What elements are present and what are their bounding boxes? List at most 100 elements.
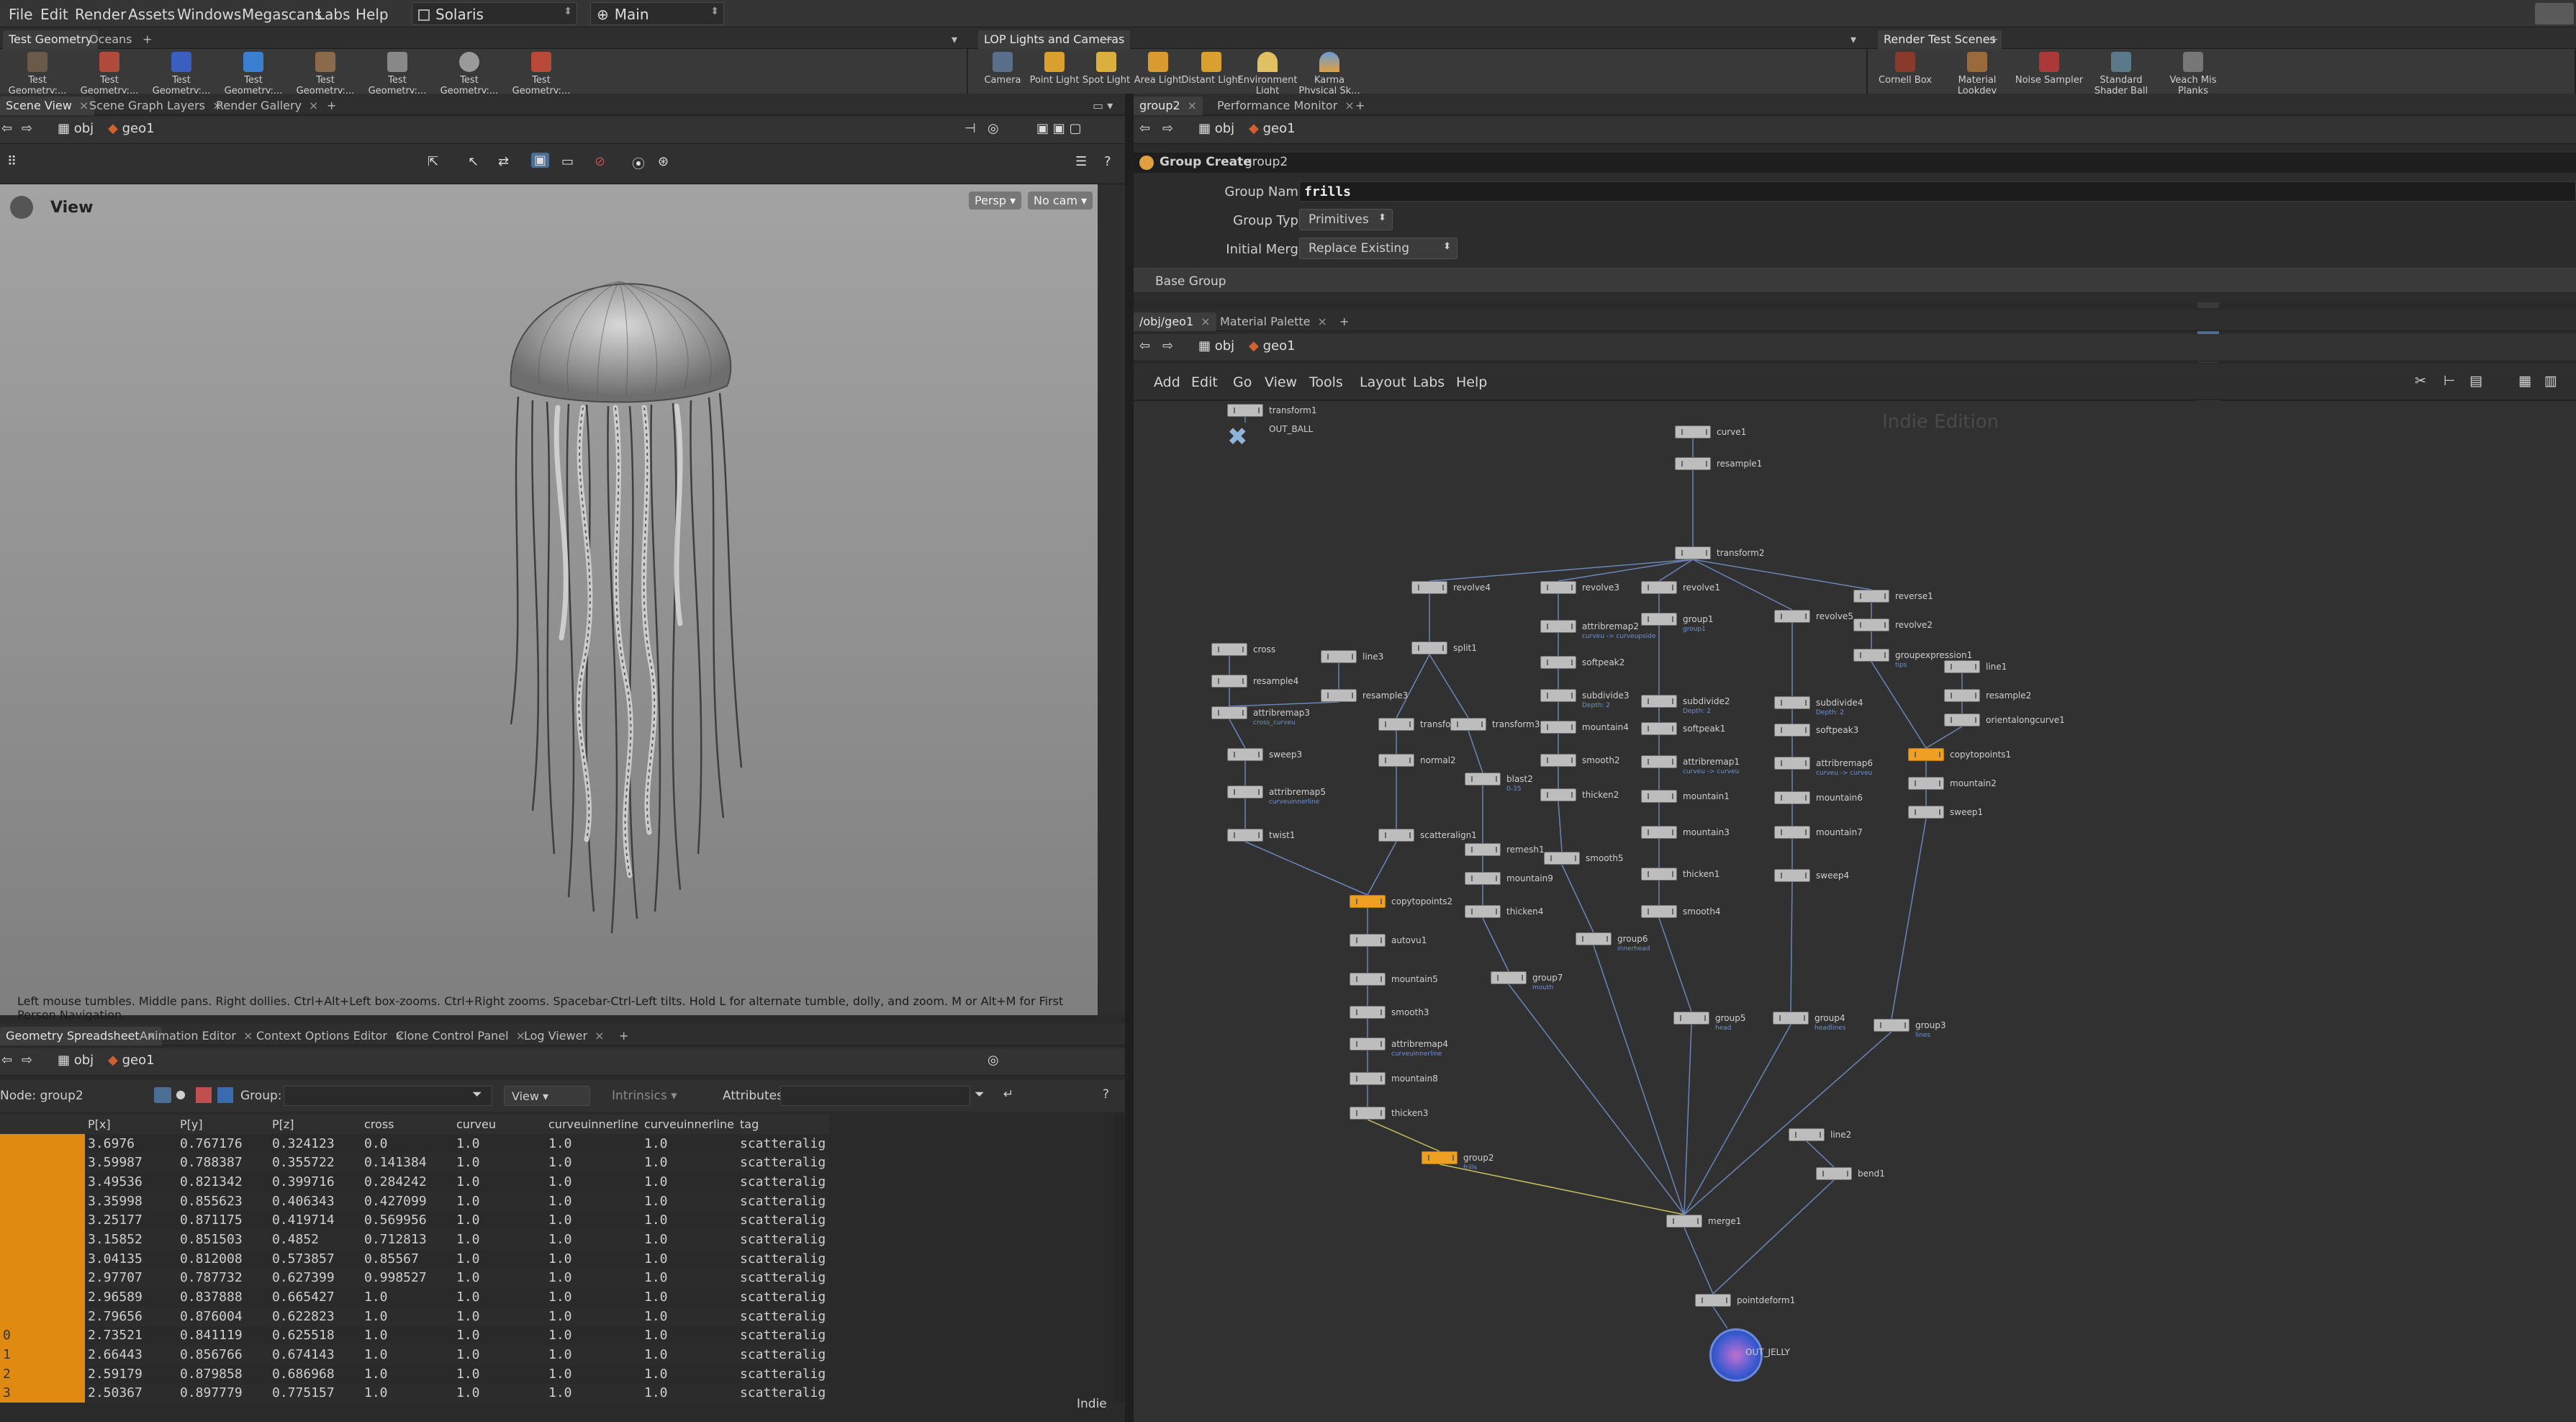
column-header[interactable]: curveuinnerline	[641, 1115, 737, 1134]
node-wire[interactable]	[1367, 1119, 1440, 1152]
link-icon[interactable]: ◎	[988, 121, 999, 136]
net-menu-help[interactable]: Help	[1456, 374, 1487, 390]
node-groupexpression1[interactable]	[1853, 649, 1889, 662]
node-wire[interactable]	[1439, 1164, 1685, 1215]
node-wire[interactable]	[1429, 559, 1694, 582]
node-cross[interactable]	[1211, 643, 1247, 656]
context-select[interactable]: ⊕ Main ⬍	[590, 2, 724, 25]
node-thicken4[interactable]	[1465, 905, 1501, 918]
tab-scene-graph-layers[interactable]: Scene Graph Layers ×	[83, 96, 227, 115]
forward-arrow-icon[interactable]: ⇨	[22, 1053, 32, 1068]
no-render-icon[interactable]: ⊘	[595, 154, 605, 169]
node-subdivide2[interactable]	[1641, 695, 1677, 708]
tools-icon[interactable]: ✂	[2415, 373, 2426, 389]
column-header[interactable]: curveu	[453, 1115, 546, 1134]
tab-scene-view[interactable]: Scene View ×	[0, 96, 95, 115]
forward-arrow-icon[interactable]: ⇨	[1162, 338, 1173, 354]
tool-test-geometry-1[interactable]: Test Geometry:...	[3, 52, 72, 96]
tool-noise-sampler[interactable]: Noise Sampler	[2015, 52, 2084, 86]
path-root[interactable]: ▦ obj	[1198, 121, 1234, 136]
node-remesh1[interactable]	[1465, 843, 1501, 856]
node-mountain3[interactable]	[1641, 826, 1677, 839]
attributes-filter-input[interactable]	[780, 1086, 970, 1106]
help-icon[interactable]: ?	[1103, 1087, 1109, 1102]
tool-test-geometry-4[interactable]: Test Geometry:...	[219, 52, 288, 96]
tab-performance-monitor[interactable]: Performance Monitor ×	[1211, 96, 1360, 115]
tool-standard-shader-ball[interactable]: Standard Shader Ball	[2087, 52, 2156, 96]
add-tab-icon[interactable]: +	[613, 1027, 634, 1045]
column-header[interactable]: cross	[361, 1115, 453, 1134]
forward-arrow-icon[interactable]: ⇨	[1162, 121, 1173, 136]
group-name-input[interactable]: frills	[1299, 181, 2576, 202]
table-row[interactable]: 1 2.66443 0.856766 0.674143 1.0 1.0 1.0 1.0 scat…	[0, 1345, 829, 1364]
forward-arrow-icon[interactable]: ⇨	[22, 121, 32, 136]
node-wire[interactable]	[1684, 1024, 1692, 1215]
node-group7[interactable]	[1491, 971, 1527, 984]
node-wire[interactable]	[1396, 654, 1430, 719]
detail-mode-icon[interactable]	[217, 1087, 233, 1103]
node-attribremap2[interactable]	[1540, 620, 1576, 633]
menu-help[interactable]: Help	[356, 6, 389, 23]
filter-icon[interactable]: ⏷	[472, 1087, 482, 1102]
pane-menu-icon[interactable]: ▭ ▾	[1087, 96, 1118, 115]
node-mountain2[interactable]	[1908, 777, 1944, 790]
wrap-icon[interactable]: ↵	[1003, 1087, 1013, 1102]
node-OUT_BALL[interactable]: ✖	[1227, 423, 1256, 451]
tool-test-geometry-5[interactable]: Test Geometry:...	[291, 52, 360, 96]
base-group-folder[interactable]: Base Group	[1134, 268, 2576, 292]
node-smooth2[interactable]	[1540, 754, 1576, 767]
pin-icon[interactable]: ⊣	[964, 121, 976, 136]
node-group3[interactable]	[1874, 1019, 1910, 1032]
node-curve1[interactable]	[1675, 426, 1711, 438]
grid-menu-icon[interactable]: ⠿	[7, 154, 17, 169]
net-menu-edit[interactable]: Edit	[1191, 374, 1218, 390]
node-wire[interactable]	[1561, 864, 1594, 933]
link-icon[interactable]: ◎	[988, 1053, 999, 1068]
node-mountain6[interactable]	[1774, 791, 1810, 804]
node-wire[interactable]	[1558, 559, 1694, 582]
tiles-icon[interactable]: ▥	[2544, 373, 2557, 389]
tab-material-palette[interactable]: Material Palette ×	[1214, 312, 1333, 331]
node-revolve1[interactable]	[1641, 581, 1677, 594]
node-name-field[interactable]: group2	[1244, 155, 1288, 169]
node-sweep4[interactable]	[1774, 869, 1810, 882]
node-wire[interactable]	[1684, 1227, 1714, 1295]
node-revolve3[interactable]	[1540, 581, 1576, 594]
path-node[interactable]: ◆ geo1	[108, 121, 155, 136]
group-type-select[interactable]: Primitives ⬍	[1299, 209, 1393, 230]
path-node[interactable]: ◆ geo1	[1249, 121, 1296, 136]
tool-material-lookdev[interactable]: Material Lookdev	[1943, 52, 2012, 96]
add-tab-icon[interactable]: +	[1334, 312, 1355, 331]
node-resample1[interactable]	[1675, 457, 1711, 470]
add-shelf-tab-icon[interactable]: +	[1983, 30, 2004, 49]
node-mountain4[interactable]	[1540, 721, 1576, 734]
add-tab-icon[interactable]: +	[321, 96, 342, 115]
node-attribremap5[interactable]	[1227, 786, 1263, 798]
table-row[interactable]: 3 2.50367 0.897779 0.775157 1.0 1.0 1.0 1.0 scat…	[0, 1383, 829, 1403]
render-region-icon[interactable]: ⊛	[658, 154, 669, 169]
node-wire[interactable]	[1891, 818, 1927, 1020]
node-wire[interactable]	[1712, 1306, 1728, 1329]
tool-environment-light[interactable]: Environment Light	[1233, 52, 1302, 96]
table-row[interactable]: 2.96589 0.837888 0.665427 1.0 1.0 1.0 1.0 scatt…	[0, 1287, 829, 1307]
node-autovu1[interactable]	[1350, 934, 1386, 947]
net-menu-tools[interactable]: Tools	[1309, 374, 1343, 390]
tool-test-geometry-3[interactable]: Test Geometry:...	[147, 52, 216, 96]
node-attribremap1[interactable]	[1641, 755, 1677, 768]
snapshot-icon[interactable]: ▣ ▣ ▢	[1036, 121, 1081, 136]
node-wire[interactable]	[1806, 1140, 1835, 1168]
node-group4[interactable]	[1773, 1012, 1809, 1025]
back-arrow-icon[interactable]: ⇦	[1, 1053, 12, 1068]
path-node[interactable]: ◆ geo1	[1249, 338, 1296, 354]
select-tool-icon[interactable]: ⇱	[428, 154, 438, 169]
table-row[interactable]: 3.49536 0.821342 0.399716 0.284242 1.0 1.0 1.0…	[0, 1172, 829, 1192]
perspective-menu[interactable]: Persp ▾	[969, 192, 1022, 210]
grid-icon[interactable]: ▦	[2518, 373, 2531, 389]
node-revolve5[interactable]	[1774, 610, 1810, 623]
tab-render-gallery[interactable]: Render Gallery ×	[210, 96, 324, 115]
node-line2[interactable]	[1789, 1128, 1825, 1141]
node-resample3[interactable]	[1321, 689, 1357, 702]
net-menu-add[interactable]: Add	[1154, 374, 1180, 390]
node-orientalongcurve1[interactable]	[1944, 714, 1980, 726]
tool-test-geometry-2[interactable]: Test Geometry:...	[75, 52, 144, 96]
